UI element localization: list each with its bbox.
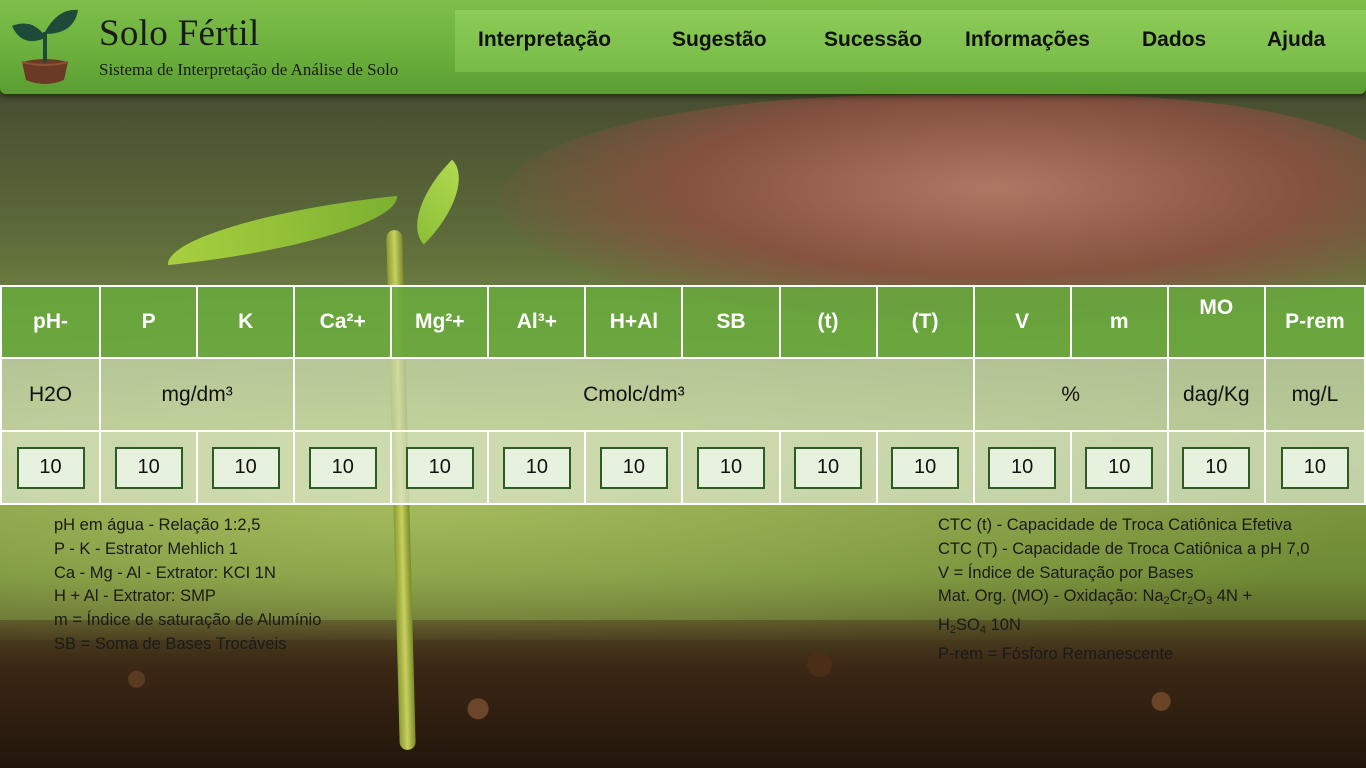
header-k: K: [196, 285, 296, 359]
unit-ph: H2O: [0, 357, 102, 432]
table-header-row: pH- P K Ca²+ Mg²+ Al³+ H+Al SB (t) (T) V…: [0, 285, 1366, 359]
header-sb: SB: [681, 285, 781, 359]
app-title: Solo Fértil: [99, 13, 260, 54]
note-ctc-t: CTC (t) - Capacidade de Troca Catiônica …: [938, 516, 1292, 534]
note-ca-mg-al: Ca - Mg - Al - Extrator: KCI 1N: [54, 563, 276, 582]
unit-p-k: mg/dm³: [99, 357, 296, 432]
unit-mo: dag/Kg: [1166, 357, 1266, 432]
header-v: V: [972, 285, 1072, 359]
header-p-rem: P-rem: [1263, 285, 1366, 359]
main-nav: Interpretação Sugestão Sucessão Informaç…: [455, 10, 1366, 72]
input-mg[interactable]: [405, 446, 474, 489]
header-ph: pH-: [0, 285, 102, 359]
unit-percent: %: [972, 357, 1169, 432]
note-v: V = Índice de Saturação por Bases: [938, 563, 1194, 582]
seedling-leaf-left: [163, 195, 402, 266]
header-t-ph7: (T): [875, 285, 975, 359]
note-p-k: P - K - Estrator Mehlich 1: [54, 539, 239, 558]
table-units-row: H2O mg/dm³ Cmolc/dm³ % dag/Kg mg/L: [0, 357, 1366, 432]
app-subtitle: Sistema de Interpretação de Análise de S…: [99, 60, 399, 79]
input-p-rem[interactable]: [1280, 446, 1349, 489]
input-al[interactable]: [502, 446, 571, 489]
header-t-effective: (t): [778, 285, 878, 359]
method-notes-right: CTC (t) - Capacidade de Troca Catiônica …: [938, 514, 1309, 667]
seedling-leaf-right: [395, 159, 481, 245]
table-inputs-row: [0, 430, 1366, 505]
header-mg: Mg²+: [390, 285, 490, 359]
note-sb: SB = Soma de Bases Trocáveis: [54, 634, 287, 653]
nav-sugestao[interactable]: Sugestão: [672, 28, 767, 52]
nav-dados[interactable]: Dados: [1142, 28, 1206, 52]
nav-sucessao[interactable]: Sucessão: [824, 28, 922, 52]
note-m: m = Índice de saturação de Alumínio: [54, 611, 322, 630]
method-notes-left: pH em água - Relação 1:2,5 P - K - Estra…: [54, 514, 321, 657]
input-k[interactable]: [211, 446, 280, 489]
input-t-ph7[interactable]: [891, 446, 960, 489]
header-al: Al³+: [487, 285, 587, 359]
unit-p-rem: mg/L: [1263, 357, 1366, 432]
header-ca: Ca²+: [293, 285, 393, 359]
app-header: Solo Fértil Sistema de Interpretação de …: [0, 0, 1366, 94]
note-p-rem: P-rem = Fósforo Remanescente: [938, 644, 1174, 663]
note-ctc-T: CTC (T) - Capacidade de Troca Catiônica …: [938, 539, 1310, 558]
input-ph[interactable]: [16, 446, 85, 489]
input-t-effective[interactable]: [794, 446, 863, 489]
input-m[interactable]: [1085, 446, 1154, 489]
note-mo-continued: H2SO4 10N: [938, 616, 1021, 637]
note-mo: Mat. Org. (MO) - Oxidação: Na2Cr2O3 4N +: [938, 587, 1253, 608]
header-mo: MO: [1166, 285, 1266, 359]
input-ca[interactable]: [308, 446, 377, 489]
input-p[interactable]: [114, 446, 183, 489]
input-sb[interactable]: [696, 446, 765, 489]
header-m: m: [1069, 285, 1169, 359]
nav-ajuda[interactable]: Ajuda: [1267, 28, 1325, 52]
header-h-al: H+Al: [584, 285, 684, 359]
nav-informacoes[interactable]: Informações: [965, 28, 1090, 52]
soil-analysis-table: pH- P K Ca²+ Mg²+ Al³+ H+Al SB (t) (T) V…: [0, 285, 1366, 505]
note-ph: pH em água - Relação 1:2,5: [54, 516, 261, 534]
header-mo-label: MO: [1199, 296, 1234, 319]
input-h-al[interactable]: [599, 446, 668, 489]
nav-interpretacao[interactable]: Interpretação: [478, 28, 611, 52]
note-h-al: H + Al - Extrator: SMP: [54, 587, 216, 606]
seedling-pot-logo-icon: [12, 9, 78, 84]
input-v[interactable]: [988, 446, 1057, 489]
unit-cmolc: Cmolc/dm³: [293, 357, 975, 432]
header-p: P: [99, 285, 199, 359]
input-mo[interactable]: [1182, 446, 1251, 489]
